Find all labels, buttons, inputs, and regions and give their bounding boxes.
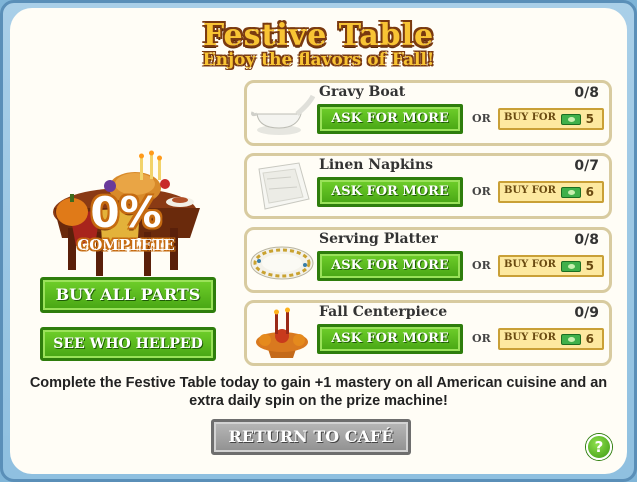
fall-centerpiece-icon [256, 307, 308, 358]
buy-price: 6 [585, 332, 594, 346]
part-row-fall-centerpiece: Fall Centerpiece 0/9 ASK FOR MORE OR BUY… [244, 300, 612, 366]
ask-for-more-button[interactable]: ASK FOR MORE [317, 104, 463, 134]
part-count: 0/7 [574, 158, 599, 174]
ask-for-more-button[interactable]: ASK FOR MORE [317, 251, 463, 281]
buy-for-button[interactable]: BUY FOR 5 [498, 255, 604, 277]
part-name: Gravy Boat [319, 84, 406, 100]
part-row-gravy-boat: Gravy Boat 0/8 ASK FOR MORE OR BUY FOR 5 [244, 80, 612, 146]
buy-for-label: BUY FOR [504, 185, 556, 196]
help-icon[interactable]: ? [586, 434, 612, 460]
return-to-cafe-button[interactable]: RETURN TO CAFÉ [211, 419, 411, 455]
cash-icon [561, 187, 581, 198]
part-count: 0/9 [574, 305, 599, 321]
part-row-serving-platter: Serving Platter 0/8 ASK FOR MORE OR BUY … [244, 227, 612, 293]
buy-for-button[interactable]: BUY FOR 5 [498, 108, 604, 130]
see-who-helped-button[interactable]: SEE WHO HELPED [40, 327, 216, 361]
ask-for-more-button[interactable]: ASK FOR MORE [317, 324, 463, 354]
part-name: Serving Platter [319, 231, 438, 247]
dialog-title: Festive Table [202, 18, 435, 53]
part-name: Linen Napkins [319, 157, 434, 173]
or-label: OR [472, 332, 491, 345]
completion-percent: 0% [90, 188, 162, 237]
dialog-subtitle: Enjoy the flavors of Fall! [202, 50, 435, 70]
or-label: OR [472, 185, 491, 198]
buy-for-button[interactable]: BUY FOR 6 [498, 181, 604, 203]
gravy-boat-icon [251, 94, 315, 135]
or-label: OR [472, 112, 491, 125]
buy-for-label: BUY FOR [504, 332, 556, 343]
completion-label: COMPLETE [77, 236, 175, 254]
or-label: OR [472, 259, 491, 272]
linen-napkins-icon [258, 162, 310, 210]
cash-icon [561, 114, 581, 125]
part-row-linen-napkins: Linen Napkins 0/7 ASK FOR MORE OR BUY FO… [244, 153, 612, 219]
part-count: 0/8 [574, 232, 599, 248]
buy-for-label: BUY FOR [504, 259, 556, 270]
part-count: 0/8 [574, 85, 599, 101]
buy-for-label: BUY FOR [504, 112, 556, 123]
ask-for-more-button[interactable]: ASK FOR MORE [317, 177, 463, 207]
cash-icon [561, 334, 581, 345]
buy-for-button[interactable]: BUY FOR 6 [498, 328, 604, 350]
buy-price: 5 [585, 112, 594, 126]
part-name: Fall Centerpiece [319, 304, 448, 320]
cash-icon [561, 261, 581, 272]
buy-price: 5 [585, 259, 594, 273]
buy-price: 6 [585, 185, 594, 199]
serving-platter-icon [250, 246, 314, 280]
buy-all-parts-button[interactable]: BUY ALL PARTS [40, 277, 216, 313]
reward-description: Complete the Festive Table today to gain… [29, 375, 608, 409]
